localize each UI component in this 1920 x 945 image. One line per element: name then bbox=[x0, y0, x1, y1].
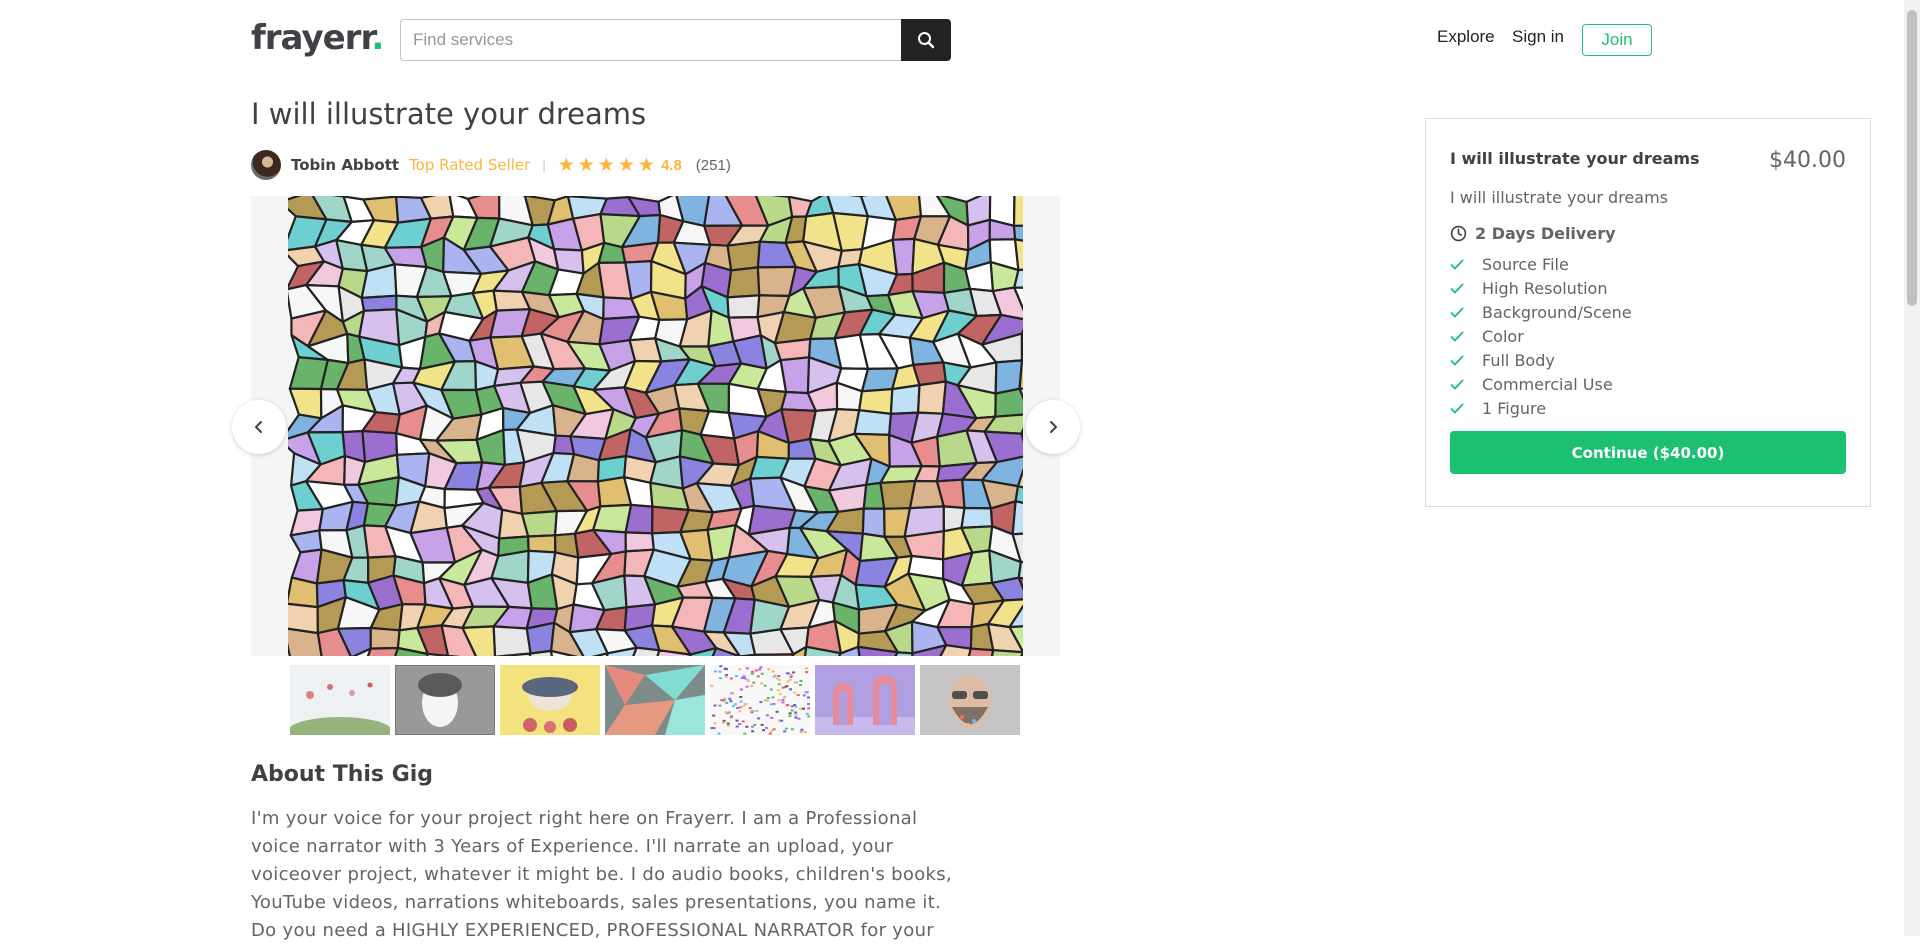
scrollbar-thumb[interactable] bbox=[1907, 10, 1917, 306]
divider: | bbox=[542, 157, 546, 173]
feature-label: Background/Scene bbox=[1482, 302, 1632, 322]
logo-text: frayerr bbox=[251, 18, 372, 58]
page-scrollbar[interactable] bbox=[1904, 0, 1920, 936]
about-description: I'm your voice for your project right he… bbox=[251, 808, 952, 941]
feature-item: Commercial Use bbox=[1450, 372, 1632, 396]
feature-label: High Resolution bbox=[1482, 278, 1608, 298]
seller-name[interactable]: Tobin Abbott bbox=[291, 156, 399, 174]
thumbnail-yellow-portrait[interactable] bbox=[500, 665, 600, 735]
seller-avatar[interactable] bbox=[251, 150, 281, 180]
thumbnail-watercolor-landscape[interactable] bbox=[290, 665, 390, 735]
thumbnail-bearded-man[interactable] bbox=[920, 665, 1020, 735]
gig-title: I will illustrate your dreams bbox=[251, 97, 647, 131]
feature-item: Source File bbox=[1450, 252, 1632, 276]
rating-score: 4.8 bbox=[660, 156, 682, 174]
stained-glass-mosaic-image bbox=[288, 196, 1023, 656]
check-icon bbox=[1450, 378, 1468, 390]
search-icon bbox=[918, 32, 935, 49]
gallery-main-image bbox=[288, 196, 1023, 656]
feature-item: Full Body bbox=[1450, 348, 1632, 372]
seller-level-badge: Top Rated Seller bbox=[409, 156, 531, 174]
star-icon: ★ bbox=[557, 154, 575, 176]
seller-overview: Tobin Abbott Top Rated Seller | ★ ★ ★ ★ … bbox=[251, 150, 731, 180]
check-icon bbox=[1450, 306, 1468, 318]
rating-stars: ★ ★ ★ ★ ★ bbox=[558, 156, 655, 175]
check-icon bbox=[1450, 330, 1468, 342]
frayerr-logo[interactable]: frayerr. bbox=[251, 18, 384, 58]
chevron-left-icon bbox=[255, 421, 262, 433]
check-icon bbox=[1450, 402, 1468, 414]
feature-item: Color bbox=[1450, 324, 1632, 348]
star-icon: ★ bbox=[617, 154, 635, 176]
package-price: $40.00 bbox=[1769, 148, 1846, 173]
gallery-thumbnails bbox=[290, 665, 1020, 735]
rating-count[interactable]: (251) bbox=[696, 157, 731, 174]
clock-icon bbox=[1450, 225, 1467, 242]
gallery-prev-button[interactable] bbox=[232, 400, 286, 454]
gallery-next-button[interactable] bbox=[1026, 400, 1080, 454]
nav-explore-link[interactable]: Explore bbox=[1437, 27, 1495, 47]
feature-item: High Resolution bbox=[1450, 276, 1632, 300]
feature-label: 1 Figure bbox=[1482, 398, 1547, 418]
logo-dot: . bbox=[371, 18, 384, 58]
site-header: frayerr. Explore Sign in Join bbox=[0, 0, 1904, 80]
package-card: I will illustrate your dreams $40.00 I w… bbox=[1425, 118, 1871, 507]
continue-button[interactable]: Continue ($40.00) bbox=[1450, 431, 1846, 474]
star-icon: ★ bbox=[637, 154, 655, 176]
check-icon bbox=[1450, 282, 1468, 294]
search-button[interactable] bbox=[901, 19, 951, 61]
thumbnail-geometric-shapes[interactable] bbox=[605, 665, 705, 735]
feature-item: 1 Figure bbox=[1450, 396, 1632, 420]
star-icon: ★ bbox=[577, 154, 595, 176]
delivery-time: 2 Days Delivery bbox=[1450, 224, 1616, 243]
thumbnail-colorful-letters[interactable] bbox=[710, 665, 810, 735]
chevron-right-icon bbox=[1050, 421, 1057, 433]
search-bar bbox=[400, 19, 951, 61]
delivery-text: 2 Days Delivery bbox=[1475, 224, 1616, 243]
package-features: Source File High Resolution Background/S… bbox=[1450, 252, 1632, 420]
package-description: I will illustrate your dreams bbox=[1450, 188, 1668, 207]
check-icon bbox=[1450, 354, 1468, 366]
thumbnail-pencil-portrait[interactable] bbox=[395, 665, 495, 735]
thumbnail-pink-arches[interactable] bbox=[815, 665, 915, 735]
search-input[interactable] bbox=[400, 19, 903, 61]
nav-signin-link[interactable]: Sign in bbox=[1512, 27, 1564, 47]
feature-label: Source File bbox=[1482, 254, 1569, 274]
star-icon: ★ bbox=[597, 154, 615, 176]
join-button[interactable]: Join bbox=[1582, 24, 1652, 56]
feature-label: Commercial Use bbox=[1482, 374, 1613, 394]
feature-label: Full Body bbox=[1482, 350, 1555, 370]
feature-item: Background/Scene bbox=[1450, 300, 1632, 324]
check-icon bbox=[1450, 258, 1468, 270]
gig-gallery bbox=[251, 196, 1060, 656]
about-heading: About This Gig bbox=[251, 762, 434, 787]
feature-label: Color bbox=[1482, 326, 1524, 346]
package-title: I will illustrate your dreams bbox=[1450, 149, 1700, 168]
